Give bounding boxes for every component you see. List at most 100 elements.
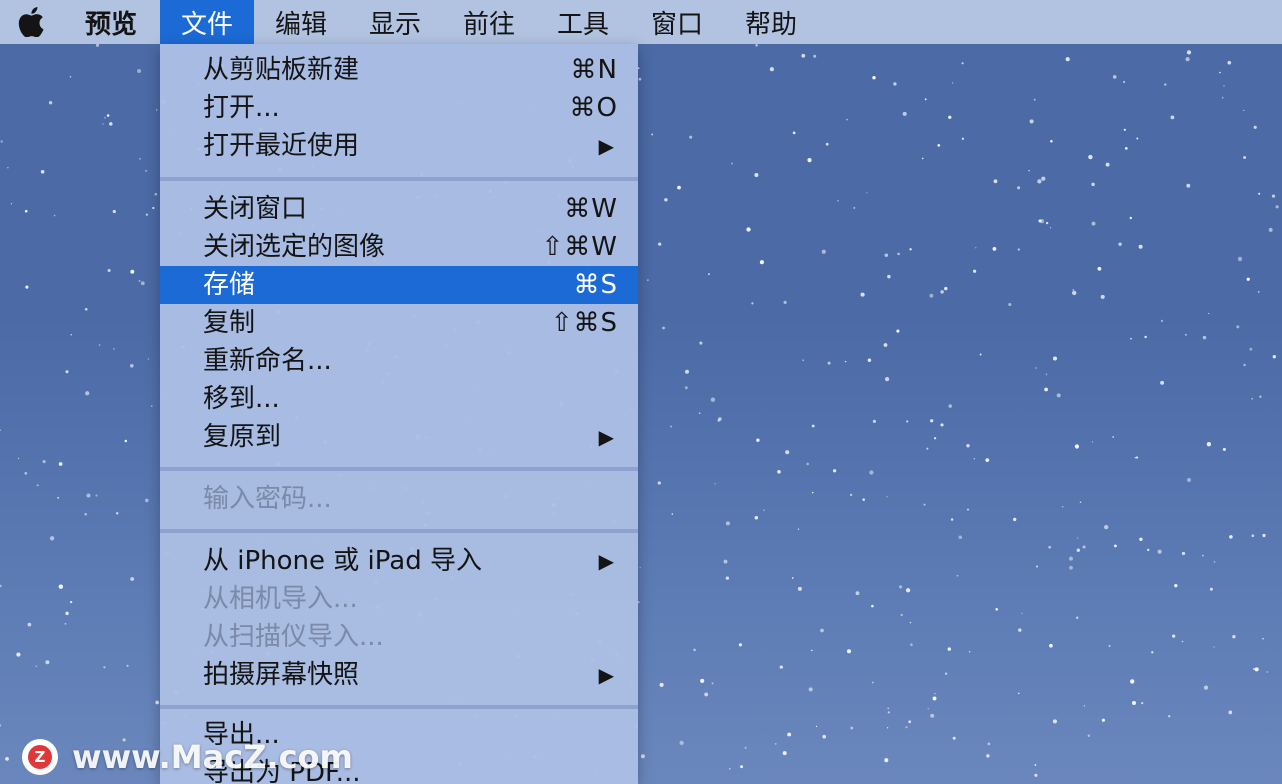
star-dot <box>1157 549 1162 554</box>
menu-separator <box>160 467 638 471</box>
star-dot <box>1091 441 1094 443</box>
star-dot <box>5 757 9 761</box>
menu-item-new-from-clipboard[interactable]: 从剪贴板新建 ⌘N <box>160 51 638 89</box>
star-dot <box>84 512 87 516</box>
star-dot <box>1072 289 1075 291</box>
star-dot <box>638 601 640 603</box>
menu-item-enter-password: 输入密码... <box>160 480 638 518</box>
star-dot <box>808 687 813 692</box>
menubar-item-tools[interactable]: 工具 <box>536 0 630 44</box>
star-dot <box>651 133 654 136</box>
star-dot <box>1105 162 1110 167</box>
menu-item-label: 复制 <box>203 308 256 338</box>
menu-item-label: 输入密码... <box>203 484 332 514</box>
star-dot <box>932 696 937 701</box>
menubar-item-edit[interactable]: 编辑 <box>254 0 348 44</box>
star-dot <box>797 528 800 530</box>
star-dot <box>95 494 98 497</box>
menu-item-revert-to[interactable]: 复原到 ▶ <box>160 418 638 456</box>
menu-item-import-from-iphone-ipad[interactable]: 从 iPhone 或 iPad 导入 ▶ <box>160 542 638 580</box>
star-dot <box>35 665 38 667</box>
star-dot <box>802 359 805 362</box>
star-dot <box>905 726 908 729</box>
star-dot <box>1213 561 1216 563</box>
star-dot <box>774 742 777 745</box>
star-dot <box>48 101 53 105</box>
star-dot <box>855 591 860 596</box>
menu-item-move-to[interactable]: 移到... <box>160 380 638 418</box>
menubar-item-preview[interactable]: 预览 <box>62 0 160 44</box>
star-dot <box>1017 186 1021 190</box>
star-dot <box>1018 692 1020 695</box>
star-dot <box>57 496 60 499</box>
star-dot <box>806 462 809 466</box>
star-dot <box>1236 325 1240 329</box>
star-dot <box>1013 517 1017 522</box>
menubar-item-view[interactable]: 显示 <box>348 0 442 44</box>
star-dot <box>1124 147 1128 150</box>
menu-item-open[interactable]: 打开... ⌘O <box>160 89 638 127</box>
star-dot <box>1186 477 1192 483</box>
star-dot <box>1253 668 1255 670</box>
star-dot <box>1262 637 1264 640</box>
star-dot <box>1061 505 1064 508</box>
star-dot <box>887 274 891 279</box>
star-dot <box>908 720 912 724</box>
star-dot <box>751 302 754 305</box>
star-dot <box>0 584 2 588</box>
menu-item-save[interactable]: 存储 ⌘S <box>160 266 638 304</box>
apple-menu[interactable] <box>0 0 62 44</box>
star-dot <box>883 343 888 347</box>
macz-logo-letter: Z <box>28 745 52 769</box>
star-dot <box>1257 291 1260 293</box>
star-dot <box>1091 182 1095 187</box>
star-dot <box>1041 176 1046 181</box>
menu-item-label: 重新命名... <box>203 346 332 376</box>
menu-item-take-screenshot[interactable]: 拍摄屏幕快照 ▶ <box>160 656 638 694</box>
star-dot <box>1034 773 1038 777</box>
star-dot <box>871 681 874 684</box>
menubar-item-go[interactable]: 前往 <box>442 0 536 44</box>
star-dot <box>664 198 668 202</box>
star-dot <box>744 746 747 749</box>
star-dot <box>827 361 831 365</box>
star-dot <box>1123 80 1126 84</box>
star-dot <box>45 660 50 665</box>
star-dot <box>934 692 936 695</box>
star-dot <box>725 521 730 526</box>
star-dot <box>718 417 722 421</box>
star-dot <box>754 172 759 178</box>
star-dot <box>929 293 934 298</box>
menu-item-close-selected-images[interactable]: 关闭选定的图像 ⇧⌘W <box>160 228 638 266</box>
star-dot <box>1164 83 1167 86</box>
star-dot <box>640 754 645 759</box>
star-dot <box>40 169 45 174</box>
file-dropdown-menu: 从剪贴板新建 ⌘N 打开... ⌘O 打开最近使用 ▶ 关闭窗口 ⌘W 关闭选定… <box>160 44 638 784</box>
submenu-arrow-icon: ▶ <box>598 425 614 449</box>
star-dot <box>42 460 46 464</box>
star-dot <box>792 131 796 135</box>
star-dot <box>714 483 716 485</box>
star-dot <box>1243 156 1247 159</box>
star-dot <box>1045 373 1048 376</box>
star-dot <box>885 377 890 382</box>
star-dot <box>1272 355 1276 359</box>
star-dot <box>930 713 935 718</box>
menu-item-label: 关闭选定的图像 <box>203 232 386 262</box>
star-dot <box>10 203 13 205</box>
menu-item-rename[interactable]: 重新命名... <box>160 342 638 380</box>
menu-item-close-window[interactable]: 关闭窗口 ⌘W <box>160 190 638 228</box>
menubar-item-help[interactable]: 帮助 <box>724 0 818 44</box>
menubar-item-file[interactable]: 文件 <box>160 0 254 44</box>
star-dot <box>677 185 681 190</box>
star-dot <box>1243 363 1246 367</box>
menu-item-label: 拍摄屏幕快照 <box>203 660 360 690</box>
star-dot <box>909 248 912 251</box>
star-dot <box>846 118 848 121</box>
menu-item-duplicate[interactable]: 复制 ⇧⌘S <box>160 304 638 342</box>
star-dot <box>801 53 806 58</box>
menubar-item-window[interactable]: 窗口 <box>630 0 724 44</box>
star-dot <box>1100 294 1105 299</box>
menu-item-open-recent[interactable]: 打开最近使用 ▶ <box>160 127 638 165</box>
star-dot <box>1134 456 1137 459</box>
